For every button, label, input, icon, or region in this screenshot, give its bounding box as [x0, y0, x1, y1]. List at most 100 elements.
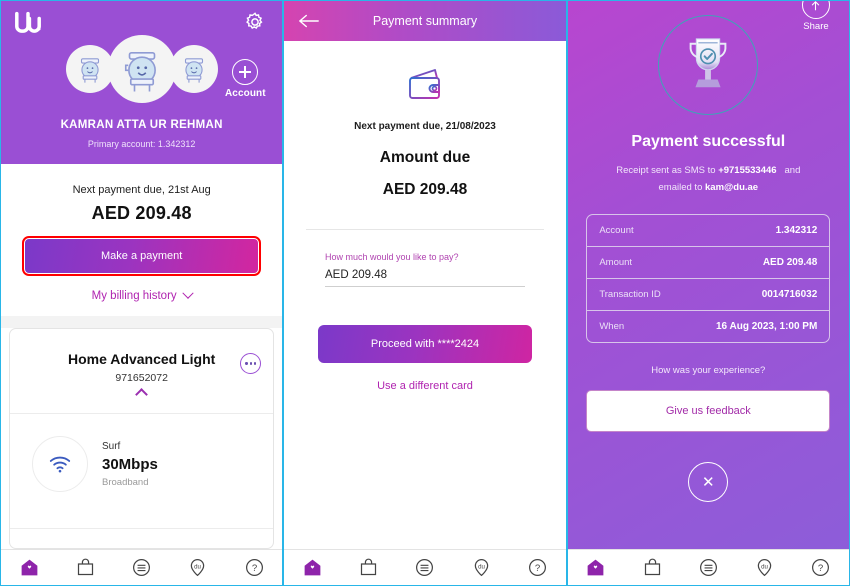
- chevron-down-icon: [181, 287, 194, 299]
- service-row-landline[interactable]: Landline: [10, 528, 274, 548]
- service-number: 971652072: [115, 372, 168, 384]
- detail-value: 0014716032: [761, 289, 818, 300]
- divider: [305, 229, 544, 230]
- success-body: Share Payment successful Receipt sent as…: [567, 1, 849, 549]
- user-name: KAMRAN ATTA UR REHMAN: [60, 119, 223, 131]
- du-logo-icon: [14, 11, 42, 33]
- pay-amount-input[interactable]: [324, 262, 525, 287]
- detail-value: 1.342312: [775, 225, 818, 236]
- service-value: 30Mbps: [102, 455, 158, 473]
- make-payment-button[interactable]: Make a payment: [25, 239, 259, 273]
- add-account-button[interactable]: Account: [218, 59, 272, 99]
- svg-text:?: ?: [535, 563, 540, 574]
- service-card-header: Home Advanced Light 971652072: [10, 329, 273, 401]
- service-row-surf[interactable]: Surf 30Mbps Broadband: [10, 413, 274, 514]
- service-sub: Broadband: [102, 476, 149, 488]
- give-feedback-button[interactable]: Give us feedback: [586, 390, 831, 432]
- nav-du[interactable]: du: [181, 555, 215, 581]
- detail-key: Amount: [599, 257, 633, 268]
- nav-menu[interactable]: [691, 555, 725, 581]
- nav-home[interactable]: [12, 555, 46, 581]
- svg-text:du: du: [761, 563, 768, 570]
- share-icon: [801, 1, 830, 19]
- amount-due-value: AED 209.48: [382, 181, 468, 198]
- screen-payment-success: Share Payment successful Receipt sent as…: [566, 0, 850, 586]
- receipt-info: Receipt sent as SMS to +9715533446 and e…: [586, 162, 831, 196]
- ellipsis-icon[interactable]: [240, 353, 262, 374]
- detail-key: When: [599, 321, 625, 332]
- billing-history-label: My billing history: [91, 290, 177, 302]
- nav-shop[interactable]: [635, 555, 669, 581]
- next-payment-due: Next payment due, 21/08/2023: [354, 121, 496, 132]
- nav-shop[interactable]: [68, 555, 102, 581]
- back-arrow-icon[interactable]: [298, 13, 320, 29]
- close-icon[interactable]: ✕: [688, 462, 729, 502]
- section-divider: [1, 316, 283, 328]
- nav-shop[interactable]: [352, 555, 386, 581]
- add-account-label: Account: [224, 88, 266, 99]
- wallet-icon: [403, 65, 447, 105]
- share-button[interactable]: Share: [793, 1, 839, 32]
- transaction-details-card: Account 1.342312 Amount AED 209.48 Trans…: [586, 214, 831, 343]
- avatar[interactable]: [169, 45, 218, 93]
- make-payment-highlight: Make a payment: [22, 236, 262, 276]
- receipt-email-prefix: emailed to: [658, 182, 705, 193]
- detail-value: AED 209.48: [762, 257, 818, 268]
- nav-help[interactable]: ?: [521, 555, 555, 581]
- svg-text:du: du: [478, 563, 485, 570]
- due-label: Next payment due, 21st Aug: [72, 184, 211, 196]
- payment-due-section: Next payment due, 21st Aug AED 209.48: [1, 164, 282, 224]
- receipt-phone: +9715533446: [718, 165, 777, 176]
- receipt-sms-prefix: Receipt sent as SMS to: [616, 165, 719, 176]
- detail-row-amount: Amount AED 209.48: [587, 247, 830, 279]
- three-screen-flow: Account KAMRAN ATTA UR REHMAN Primary ac…: [0, 0, 850, 586]
- trophy-icon: [658, 15, 759, 115]
- nav-help[interactable]: ?: [237, 555, 271, 581]
- service-kind: Surf: [102, 440, 121, 452]
- detail-key: Account: [599, 225, 634, 236]
- primary-account: Primary account: 1.342312: [87, 139, 196, 149]
- detail-row-when: When 16 Aug 2023, 1:00 PM: [587, 311, 829, 342]
- gear-icon[interactable]: [244, 11, 266, 33]
- plus-icon: [232, 59, 259, 85]
- receipt-email: kam@du.ae: [705, 182, 759, 193]
- use-different-card-link[interactable]: Use a different card: [377, 380, 473, 392]
- payment-body: Next payment due, 21/08/2023 Amount due …: [284, 41, 565, 549]
- detail-row-transaction-id: Transaction ID 0014716032: [587, 279, 830, 311]
- svg-text:?: ?: [818, 563, 823, 574]
- page-title: Payment summary: [372, 14, 478, 28]
- detail-value: 16 Aug 2023, 1:00 PM: [715, 321, 818, 332]
- screen-home: Account KAMRAN ATTA UR REHMAN Primary ac…: [0, 0, 284, 586]
- pay-amount-field: How much would you like to pay?: [324, 252, 525, 287]
- proceed-button[interactable]: Proceed with ****2424: [317, 325, 532, 363]
- bottom-nav: du ?: [1, 549, 283, 585]
- share-label: Share: [803, 21, 829, 32]
- billing-history-toggle[interactable]: My billing history: [1, 287, 282, 302]
- nav-home[interactable]: [579, 555, 613, 581]
- amount-due-label: Amount due: [379, 149, 471, 166]
- chevron-up-icon[interactable]: [135, 388, 149, 401]
- wifi-icon: [32, 436, 88, 492]
- nav-du[interactable]: du: [748, 555, 782, 581]
- receipt-and: and: [784, 165, 801, 176]
- due-amount: AED 209.48: [91, 203, 192, 223]
- service-card: Home Advanced Light 971652072 Surf 30Mbp…: [9, 328, 275, 549]
- svg-text:du: du: [195, 563, 202, 570]
- nav-menu[interactable]: [125, 555, 159, 581]
- avatar-selected[interactable]: [107, 35, 176, 103]
- payment-header: Payment summary: [284, 1, 566, 41]
- service-title: Home Advanced Light: [68, 351, 216, 367]
- nav-help[interactable]: ?: [804, 555, 838, 581]
- home-header: Account KAMRAN ATTA UR REHMAN Primary ac…: [1, 1, 283, 164]
- pay-amount-label: How much would you like to pay?: [324, 252, 459, 262]
- success-title: Payment successful: [631, 133, 786, 150]
- bottom-nav: du ?: [284, 549, 566, 585]
- bottom-nav: du ?: [567, 549, 849, 585]
- avatar[interactable]: [65, 45, 114, 93]
- nav-home[interactable]: [295, 555, 329, 581]
- detail-key: Transaction ID: [599, 289, 661, 300]
- nav-du[interactable]: du: [464, 555, 498, 581]
- detail-row-account: Account 1.342312: [587, 215, 830, 247]
- nav-menu[interactable]: [408, 555, 442, 581]
- screen-payment-summary: Payment summary Next payment due, 21/08/…: [283, 0, 567, 586]
